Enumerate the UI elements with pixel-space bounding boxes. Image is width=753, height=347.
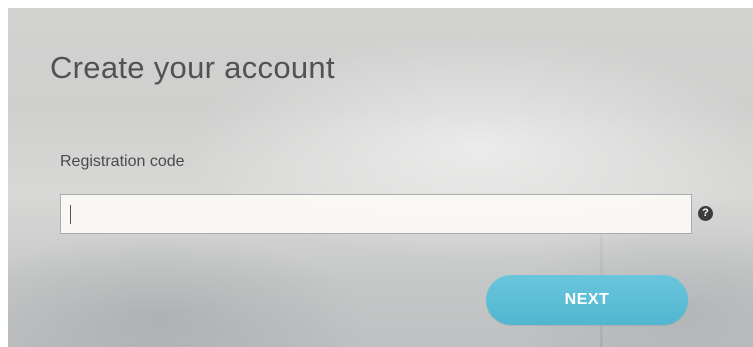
- registration-code-input[interactable]: [60, 194, 692, 234]
- account-creation-panel: Create your account Registration code ? …: [8, 8, 753, 347]
- question-circle-icon[interactable]: ?: [698, 206, 713, 221]
- text-cursor: [70, 205, 71, 224]
- page-title: Create your account: [50, 50, 335, 85]
- registration-code-label: Registration code: [60, 153, 185, 170]
- next-button[interactable]: NEXT: [486, 275, 688, 325]
